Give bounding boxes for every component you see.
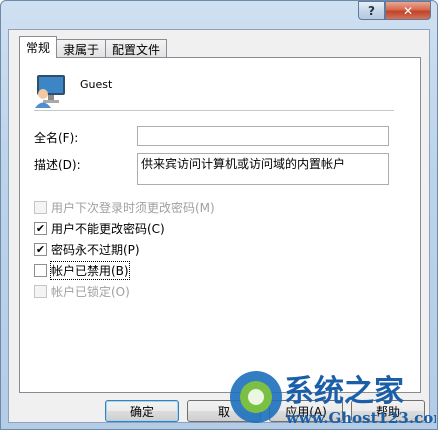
watermark-logo: 系统之家 www.Ghost123.com — [230, 371, 436, 427]
checkbox-box[interactable] — [34, 264, 47, 277]
checkbox-label: 用户下次登录时须更改密码(M) — [51, 201, 215, 215]
username-label: Guest — [80, 78, 113, 91]
must-change-password-checkbox[interactable]: 用户下次登录时须更改密码(M) — [34, 199, 215, 216]
tab-profile[interactable]: 配置文件 — [105, 39, 168, 58]
tab-strip: 常规 隶属于 配置文件 — [19, 36, 168, 58]
user-computer-icon — [35, 75, 65, 108]
tab-member-of[interactable]: 隶属于 — [56, 39, 107, 58]
help-title-button[interactable]: ? — [358, 1, 385, 20]
watermark-url: www.Ghost123.com — [285, 409, 436, 427]
separator — [34, 110, 394, 111]
password-never-expires-checkbox[interactable]: ✔ 密码永不过期(P) — [34, 241, 140, 258]
checkbox-label: 密码永不过期(P) — [51, 243, 140, 257]
tab-general[interactable]: 常规 — [19, 36, 58, 58]
watermark-brand: 系统之家 — [284, 374, 404, 409]
checkbox-box[interactable]: ✔ — [34, 243, 47, 256]
description-field[interactable]: 供来宾访问计算机或访问域的内置帐户 — [137, 153, 389, 185]
checkbox-label: 用户不能更改密码(C) — [51, 222, 165, 236]
cannot-change-password-checkbox[interactable]: ✔ 用户不能更改密码(C) — [34, 220, 165, 237]
title-bar[interactable]: ? ✕ — [1, 1, 437, 25]
checkbox-box[interactable]: ✔ — [34, 222, 47, 235]
close-button[interactable]: ✕ — [385, 1, 431, 20]
checkbox-label: 帐户已锁定(O) — [51, 285, 130, 299]
checkbox-box[interactable] — [34, 285, 47, 298]
checkbox-box[interactable] — [34, 201, 47, 214]
account-disabled-checkbox[interactable]: 帐户已禁用(B) — [34, 261, 130, 280]
general-panel: Guest 全名(F): 描述(D): 供来宾访问计算机或访问域的内置帐户 用户… — [19, 57, 421, 393]
properties-window: ? ✕ 常规 隶属于 配置文件 Guest 全名(F): 描述(D): 供来宾访… — [0, 0, 438, 430]
checkbox-label: 帐户已禁用(B) — [50, 261, 130, 280]
ok-button[interactable]: 确定 — [105, 400, 179, 422]
account-locked-checkbox[interactable]: 帐户已锁定(O) — [34, 283, 130, 300]
fullname-label: 全名(F): — [34, 131, 79, 145]
fullname-field[interactable] — [137, 126, 389, 146]
description-label: 描述(D): — [34, 158, 81, 172]
